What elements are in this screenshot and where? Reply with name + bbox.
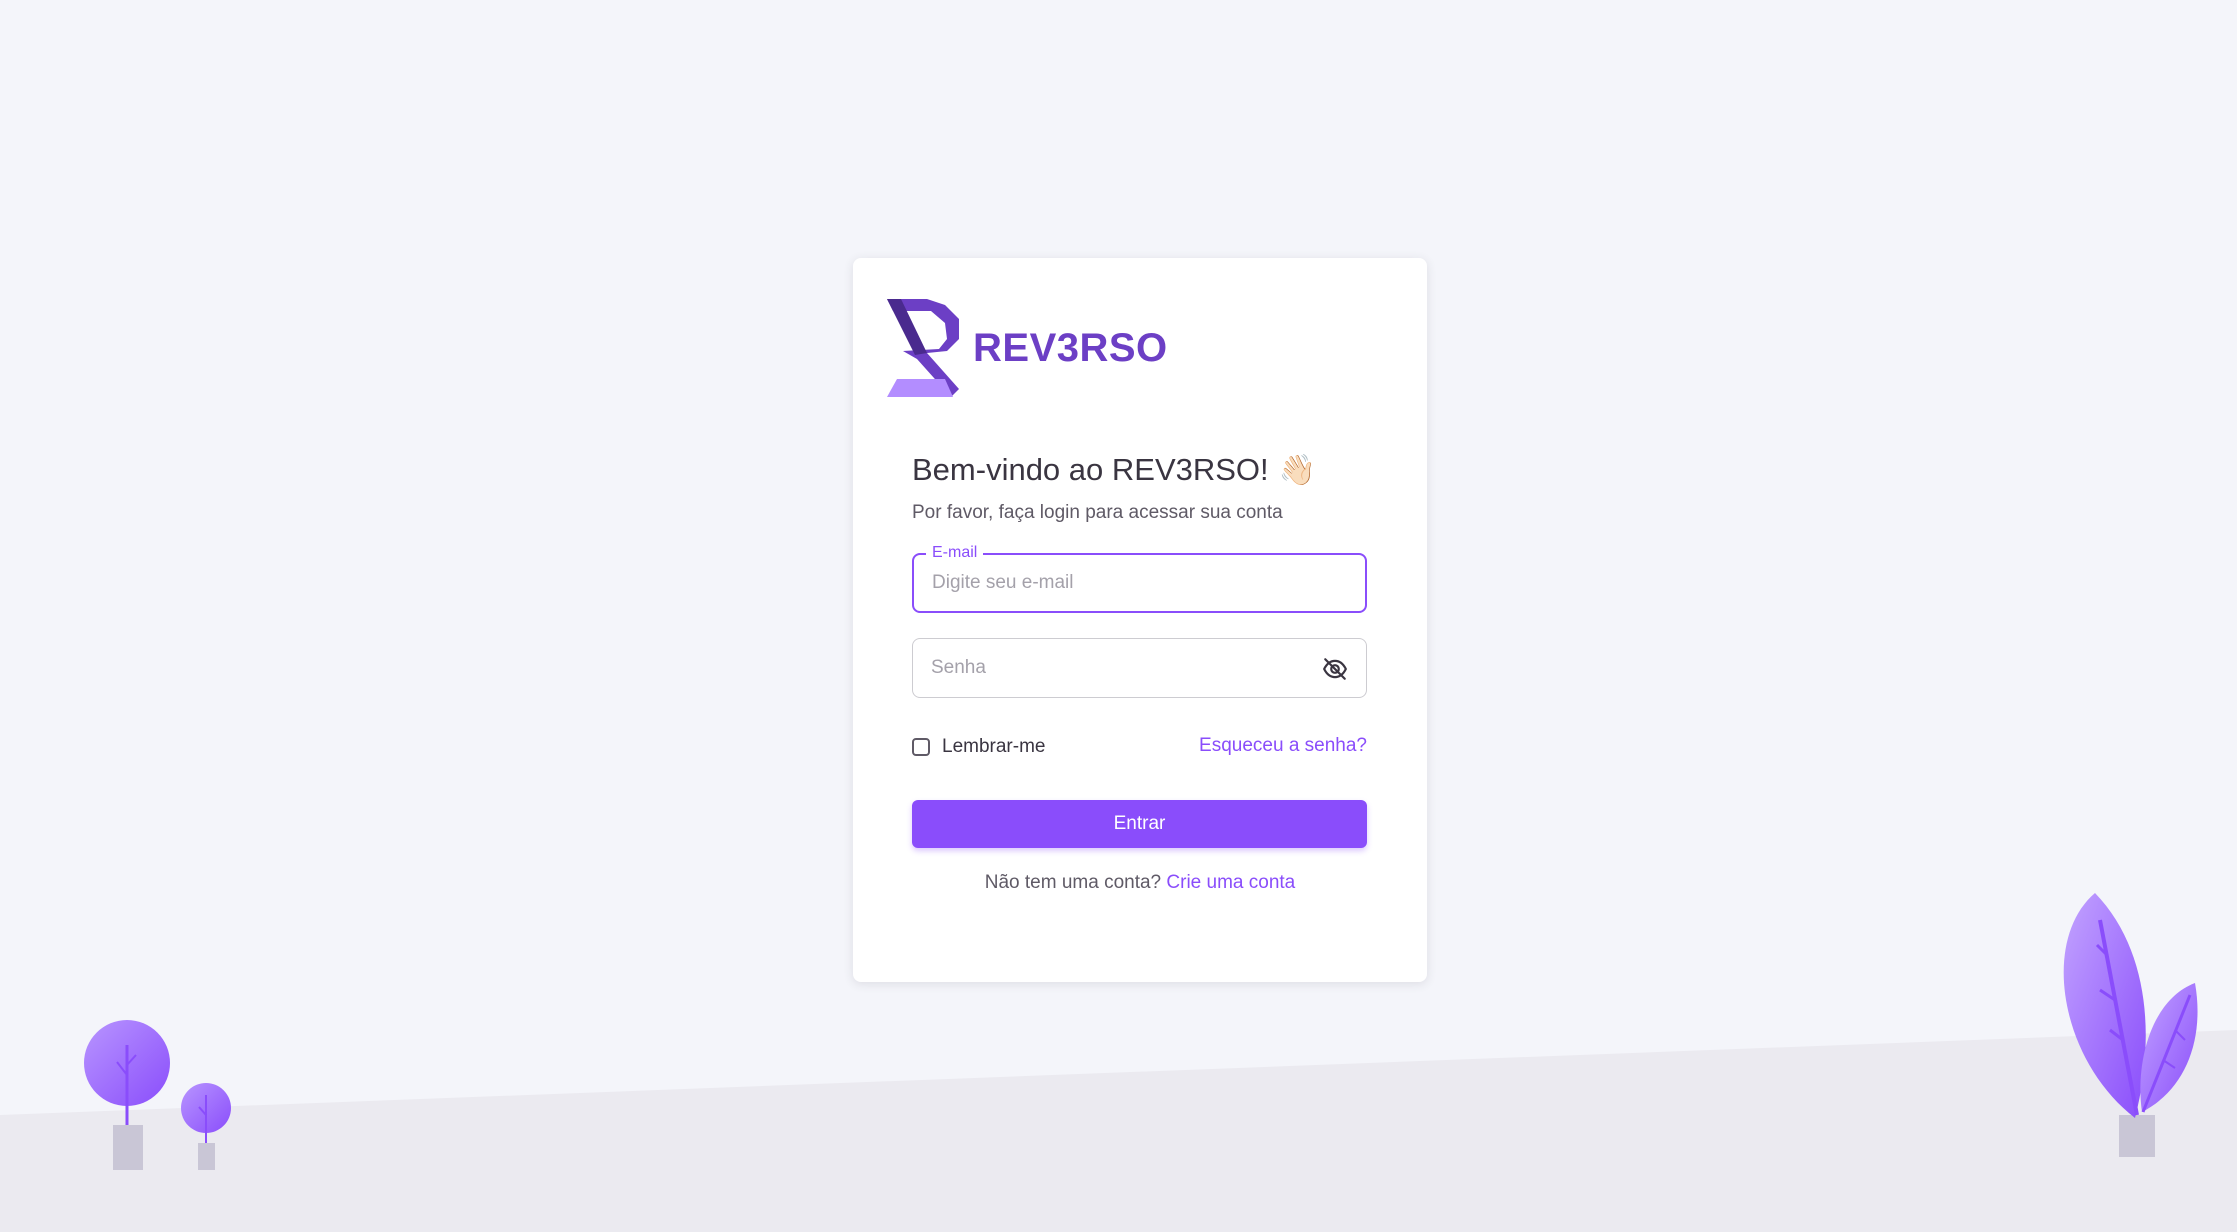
brand-name: REV3RSO xyxy=(973,325,1168,370)
login-page: REV3RSO Bem-vindo ao REV3RSO! 👋🏻 Por fav… xyxy=(0,0,2237,1232)
email-field[interactable]: E-mail xyxy=(912,542,1367,613)
email-input[interactable] xyxy=(932,555,1312,611)
remember-me-label: Lembrar-me xyxy=(942,736,1046,757)
password-field[interactable] xyxy=(912,638,1367,698)
password-input[interactable] xyxy=(931,639,1311,697)
login-subtitle: Por favor, faça login para acessar sua c… xyxy=(912,502,1283,523)
forgot-password-link[interactable]: Esqueceu a senha? xyxy=(1199,735,1367,757)
small-tree-illustration xyxy=(181,1083,231,1170)
tree-illustration xyxy=(84,1020,170,1170)
login-card: REV3RSO Bem-vindo ao REV3RSO! 👋🏻 Por fav… xyxy=(853,258,1427,982)
brand-logo: REV3RSO xyxy=(887,298,1168,398)
signup-row: Não tem uma conta? Crie uma conta xyxy=(853,872,1427,894)
leaf-plant-illustration xyxy=(2063,893,2198,1157)
waving-hand-icon: 👋🏻 xyxy=(1278,453,1317,487)
remember-me-checkbox[interactable] xyxy=(912,738,930,756)
welcome-title: Bem-vindo ao REV3RSO! 👋🏻 xyxy=(912,452,1316,488)
signup-prompt: Não tem uma conta? xyxy=(984,872,1162,893)
welcome-title-text: Bem-vindo ao REV3RSO! xyxy=(912,452,1269,487)
eye-off-icon[interactable] xyxy=(1322,656,1348,682)
create-account-link[interactable]: Crie uma conta xyxy=(1166,872,1295,893)
login-button[interactable]: Entrar xyxy=(912,800,1367,848)
r3-logo-icon xyxy=(887,299,959,397)
remember-me[interactable]: Lembrar-me xyxy=(912,736,1045,758)
